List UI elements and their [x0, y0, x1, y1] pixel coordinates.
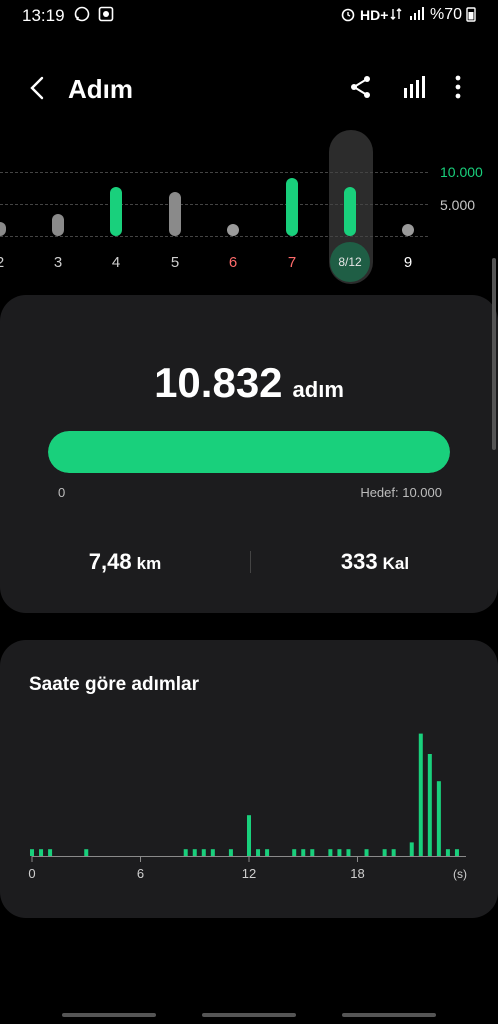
hourly-bar: [382, 849, 387, 856]
battery-icon: [466, 7, 476, 22]
goal-gridline: [0, 172, 428, 173]
progress-min-label: 0: [58, 485, 66, 500]
hourly-bar: [265, 849, 270, 856]
day-bar[interactable]: [52, 214, 64, 236]
day-label[interactable]: 9: [388, 254, 428, 271]
goal-progress-bar: [48, 431, 450, 473]
hourly-bar: [436, 781, 441, 856]
weekly-steps-chart[interactable]: 10.000 5.000 2 3 4 5 6 7 8/12 9: [0, 128, 498, 288]
recent-apps-button[interactable]: [62, 1013, 156, 1017]
goal-progress-fill: [48, 431, 450, 473]
status-bar: 13:19 HD+ %70: [0, 0, 498, 30]
step-count-value: 10.832: [154, 359, 283, 406]
hourly-bar: [337, 849, 342, 856]
day-label[interactable]: 2: [0, 254, 20, 271]
hourly-bar: [445, 849, 450, 856]
day-label[interactable]: 7: [272, 254, 312, 271]
x-tick-label: 18: [350, 866, 364, 881]
share-icon[interactable]: [348, 74, 374, 100]
hourly-bar: [454, 849, 459, 856]
grid-label-10000: 10.000: [440, 164, 483, 180]
whatsapp-icon: [74, 6, 90, 22]
hourly-steps-card[interactable]: Saate göre adımlar 0 6 12 18 (s): [0, 640, 498, 918]
signal-icon: [410, 7, 424, 20]
alarm-icon: [341, 8, 355, 22]
day-empty-dot[interactable]: [402, 224, 414, 236]
day-label[interactable]: 4: [96, 254, 136, 271]
calories-unit: Kal: [382, 554, 410, 573]
hourly-bar: [84, 849, 89, 856]
day-label[interactable]: 5: [155, 254, 195, 271]
x-tick-label: 12: [242, 866, 256, 881]
more-options-icon[interactable]: [448, 74, 468, 100]
scrollbar[interactable]: [492, 258, 496, 450]
hourly-bar: [418, 733, 423, 856]
day-bar[interactable]: [286, 178, 298, 236]
hourly-steps-chart: 0 6 12 18 (s): [28, 733, 467, 881]
hourly-bar: [310, 849, 315, 856]
battery-level: %70: [429, 6, 462, 23]
hourly-bar: [192, 849, 197, 856]
hourly-bar: [228, 849, 233, 856]
home-button[interactable]: [202, 1013, 296, 1017]
data-arrows-icon: [390, 8, 402, 20]
day-empty-dot[interactable]: [227, 224, 239, 236]
hourly-bar: [247, 815, 251, 856]
half-goal-gridline: [0, 204, 428, 205]
page-title: Adım: [68, 74, 133, 104]
step-count-unit: adım: [292, 377, 344, 402]
back-nav-button[interactable]: [342, 1013, 436, 1017]
back-button[interactable]: [24, 74, 52, 102]
hourly-bar: [292, 849, 297, 856]
hourly-bar: [301, 849, 306, 856]
x-axis-unit: (s): [453, 867, 467, 881]
daily-summary-card: 10.832 adım 0 Hedef: 10.000 7,48 km 333 Kal: [0, 295, 498, 613]
trends-chart-icon[interactable]: [402, 74, 428, 100]
hourly-bar: [183, 849, 188, 856]
hourly-bar: [48, 849, 53, 856]
distance-stat: 7,48 km: [0, 549, 250, 575]
distance-value: 7,48: [88, 549, 132, 574]
day-bar[interactable]: [344, 186, 356, 236]
hourly-bar: [210, 849, 215, 856]
grid-label-5000: 5.000: [440, 197, 476, 213]
day-bar[interactable]: [0, 221, 6, 236]
app-bar: Adım: [0, 60, 498, 116]
day-label[interactable]: 3: [38, 254, 78, 271]
hourly-bar: [39, 849, 44, 856]
calories-stat: 333 Kal: [250, 549, 498, 575]
screenshot-notification-icon: [98, 6, 114, 22]
network-type: HD+: [360, 7, 389, 23]
x-tick-label: 6: [137, 866, 144, 881]
distance-unit: km: [136, 554, 162, 573]
hourly-bar: [256, 849, 261, 856]
hourly-bar: [364, 849, 369, 856]
hourly-bar: [391, 849, 396, 856]
day-label[interactable]: 6: [213, 254, 253, 271]
navigation-bar: [0, 1008, 498, 1024]
selected-day-label[interactable]: 8/12: [330, 242, 370, 282]
baseline-gridline: [0, 236, 428, 237]
hourly-bar: [201, 849, 206, 856]
hourly-bar: [346, 849, 351, 856]
progress-goal-label: Hedef: 10.000: [360, 485, 442, 500]
calories-value: 333: [340, 549, 378, 574]
hourly-bar: [328, 849, 333, 856]
day-bar[interactable]: [110, 186, 122, 236]
day-bar[interactable]: [169, 192, 181, 236]
x-tick-label: 0: [28, 866, 35, 881]
status-time: 13:19: [22, 6, 65, 25]
hourly-bar: [427, 754, 432, 856]
hourly-bar: [409, 842, 414, 856]
hourly-bar: [30, 849, 34, 856]
step-count: 10.832 adım: [0, 359, 498, 407]
